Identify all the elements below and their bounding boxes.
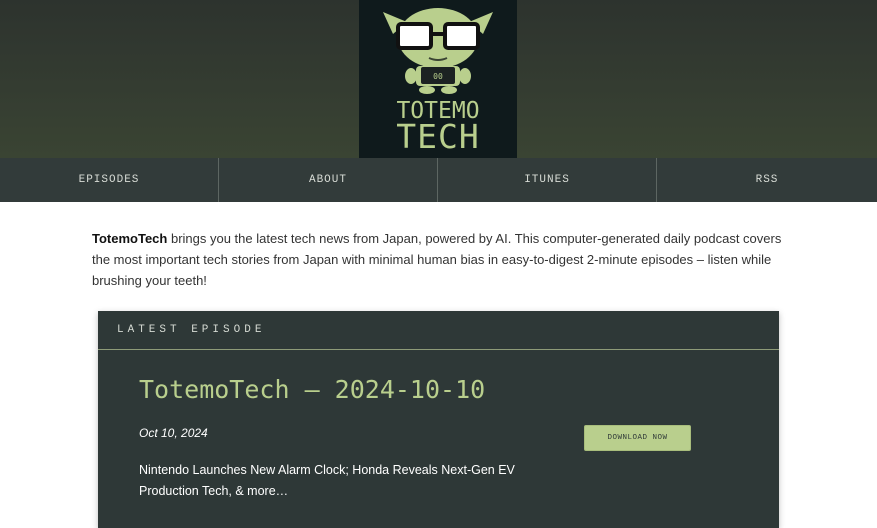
episode-title[interactable]: TotemoTech – 2024-10-10 xyxy=(139,375,485,404)
site-header: 00 TOTEMO TECH xyxy=(0,0,877,158)
svg-text:00: 00 xyxy=(433,72,443,81)
nav-about[interactable]: ABOUT xyxy=(219,158,438,202)
episode-date: Oct 10, 2024 xyxy=(139,426,208,440)
intro-text: brings you the latest tech news from Jap… xyxy=(92,231,782,288)
latest-episode-card: LATEST EPISODE TotemoTech – 2024-10-10 O… xyxy=(98,311,779,528)
intro-brand-name: TotemoTech xyxy=(92,231,168,246)
intro-paragraph: TotemoTech brings you the latest tech ne… xyxy=(92,228,782,291)
site-logo[interactable]: 00 TOTEMO TECH xyxy=(359,0,517,158)
nav-itunes[interactable]: ITUNES xyxy=(438,158,657,202)
main-nav: EPISODES ABOUT ITUNES RSS xyxy=(0,158,877,202)
nav-episodes[interactable]: EPISODES xyxy=(0,158,219,202)
latest-episode-header: LATEST EPISODE xyxy=(98,311,779,350)
episode-description: Nintendo Launches New Alarm Clock; Honda… xyxy=(139,463,515,498)
download-button[interactable]: DOWNLOAD NOW xyxy=(584,425,691,451)
nav-rss[interactable]: RSS xyxy=(657,158,877,202)
logo-wordmark-bottom: TECH xyxy=(396,117,480,156)
